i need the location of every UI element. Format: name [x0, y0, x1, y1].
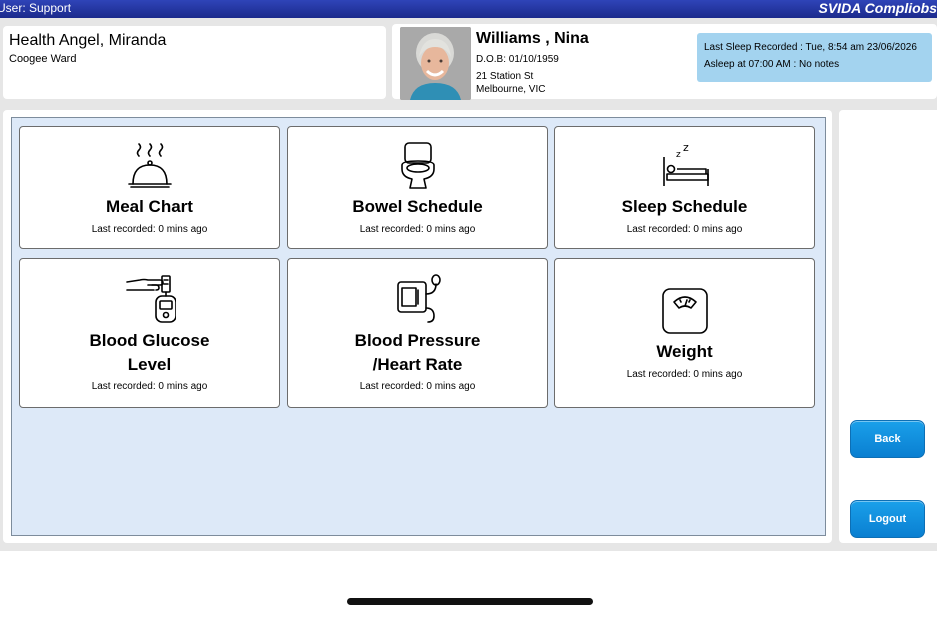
tile-title-line2: /Heart Rate — [372, 355, 463, 374]
tile-title-line1: Blood Glucose — [89, 331, 210, 350]
tile-meal-chart[interactable]: Meal Chart Last recorded: 0 mins ago — [19, 126, 280, 249]
staff-panel: Health Angel, Miranda Coogee Ward — [3, 26, 386, 99]
asleep-note: Asleep at 07:00 AM : No notes — [704, 59, 840, 70]
blood-pressure-monitor-icon — [396, 274, 441, 323]
tile-last-recorded: Last recorded: 0 mins ago — [626, 224, 743, 235]
weighing-scale-icon — [661, 288, 708, 334]
meal-cloche-icon — [127, 143, 172, 188]
toilet-icon — [400, 142, 435, 189]
tile-last-recorded: Last recorded: 0 mins ago — [91, 224, 208, 235]
tile-title: Weight — [656, 342, 713, 361]
staff-name: Health Angel, Miranda — [9, 32, 167, 49]
patient-name: Williams , Nina — [476, 30, 589, 47]
patient-photo — [400, 27, 471, 100]
tile-title-line1: Blood Pressure — [354, 331, 481, 350]
top-bar: User: Support SVIDA Compliobs — [0, 0, 937, 18]
svg-text:z: z — [676, 150, 681, 160]
tile-blood-pressure[interactable]: Blood Pressure /Heart Rate Last recorded… — [287, 258, 548, 408]
app-brand: SVIDA Compliobs — [818, 0, 937, 16]
tile-last-recorded: Last recorded: 0 mins ago — [626, 369, 743, 380]
glucose-meter-icon — [125, 275, 176, 323]
side-panel — [839, 110, 937, 543]
patient-panel: Williams , Nina D.O.B: 01/10/1959 21 Sta… — [392, 24, 937, 100]
tile-last-recorded: Last recorded: 0 mins ago — [91, 381, 208, 392]
tile-weight[interactable]: Weight Last recorded: 0 mins ago — [554, 258, 815, 408]
tile-title: Sleep Schedule — [621, 197, 748, 216]
tile-sleep-schedule[interactable]: z z Sleep Schedule Last recorded: 0 mins… — [554, 126, 815, 249]
svg-text:z: z — [683, 141, 689, 154]
logout-button[interactable]: Logout — [850, 500, 925, 538]
patient-address-line1: 21 Station St — [476, 71, 534, 82]
patient-dob: D.O.B: 01/10/1959 — [476, 54, 559, 65]
patient-address-line2: Melbourne, VIC — [476, 84, 546, 95]
tile-title-line2: Level — [127, 355, 172, 374]
home-indicator[interactable] — [347, 598, 593, 605]
bed-sleep-icon: z z — [662, 141, 709, 186]
tile-title: Meal Chart — [106, 197, 193, 216]
last-sleep-recorded: Last Sleep Recorded : Tue, 8:54 am 23/06… — [704, 42, 917, 53]
staff-ward: Coogee Ward — [9, 53, 77, 65]
tile-last-recorded: Last recorded: 0 mins ago — [359, 224, 476, 235]
tile-bowel-schedule[interactable]: Bowel Schedule Last recorded: 0 mins ago — [287, 126, 548, 249]
tile-blood-glucose[interactable]: Blood Glucose Level Last recorded: 0 min… — [19, 258, 280, 408]
last-sleep-info: Last Sleep Recorded : Tue, 8:54 am 23/06… — [697, 33, 932, 82]
tile-title: Bowel Schedule — [352, 197, 483, 216]
tile-last-recorded: Last recorded: 0 mins ago — [359, 381, 476, 392]
footer-area — [0, 551, 937, 630]
back-button[interactable]: Back — [850, 420, 925, 458]
current-user-label: User: Support — [0, 1, 72, 15]
